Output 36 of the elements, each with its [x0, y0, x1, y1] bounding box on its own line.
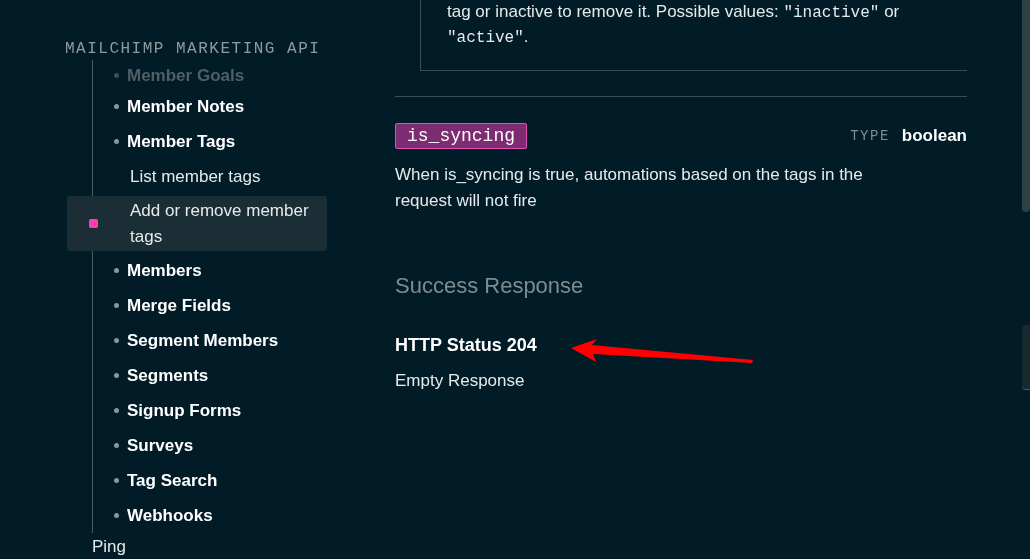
bullet-icon [114, 443, 119, 448]
nav-link[interactable]: Merge Fields [93, 288, 231, 323]
parameter-description: When is_syncing is true, automations based on the tags in the request will not fire [395, 164, 864, 212]
nav-link[interactable]: Segments [93, 358, 209, 393]
nav-link[interactable]: Ping [92, 537, 127, 556]
nav-link[interactable]: Surveys [93, 428, 194, 463]
bullet-icon [114, 513, 119, 518]
nav-link[interactable]: Member Notes [93, 89, 245, 124]
bullet-icon [114, 478, 119, 483]
bullet-icon [114, 139, 119, 144]
bullet-icon [114, 373, 119, 378]
nav-link[interactable]: Members [93, 253, 202, 288]
bullet-icon [114, 303, 119, 308]
response-body: Empty Response [395, 370, 525, 392]
nav-link[interactable]: List member tags [93, 159, 261, 194]
parameter-description: tag or inactive to remove it. Possible values: "inactive" or "active". [447, 1, 901, 49]
nav-link[interactable]: Signup Forms [93, 393, 242, 428]
nav-link[interactable]: Member Tags [93, 124, 236, 159]
section-heading: Success Response [395, 272, 584, 300]
bullet-icon [114, 338, 119, 343]
status-heading: HTTP Status 204 [395, 334, 537, 357]
scrollbar-thumb[interactable] [1022, 325, 1030, 390]
marker-icon [89, 219, 98, 228]
bullet-icon [114, 268, 119, 273]
bullet-icon [114, 73, 119, 78]
bullet-icon [114, 104, 119, 109]
nav-link[interactable]: Webhooks [93, 498, 213, 533]
sidebar-title: MAILCHIMP MARKETING API [65, 39, 321, 60]
bullet-icon [114, 408, 119, 413]
parameter-name: is_syncing [395, 123, 528, 149]
type-value: boolean [901, 125, 967, 148]
type-label: TYPE [850, 126, 890, 146]
scrollbar-thumb[interactable] [1022, 0, 1030, 212]
nav-link[interactable]: Segment Members [93, 323, 279, 358]
nav-link[interactable]: Tag Search [93, 463, 218, 498]
nav-link[interactable]: Add or remove member tags [67, 196, 327, 251]
